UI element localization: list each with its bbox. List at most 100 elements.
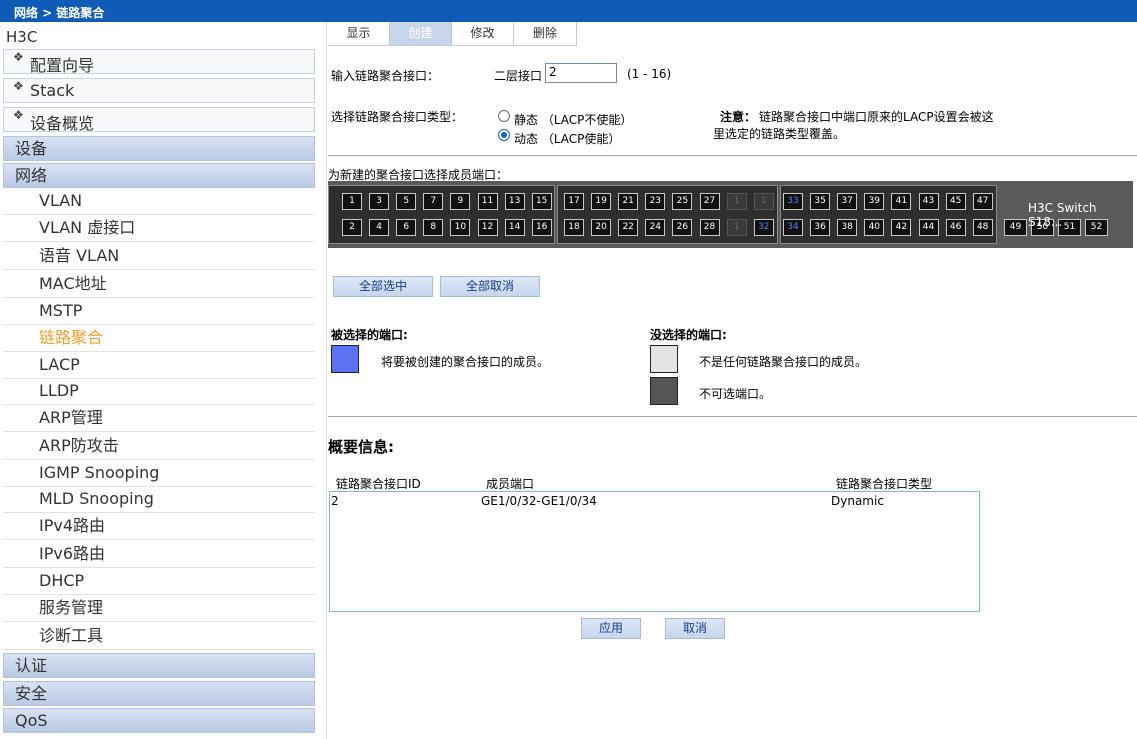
select-all-button[interactable]: 全部选中: [333, 276, 433, 297]
port-bot-4[interactable]: 10: [450, 219, 471, 236]
port-top-18[interactable]: 37: [837, 193, 858, 210]
port-top-3[interactable]: 7: [423, 193, 444, 210]
sidebar-item-mld[interactable]: MLD Snooping: [3, 486, 315, 513]
sidebar-item-vlan-interface[interactable]: VLAN 虚接口: [3, 215, 315, 242]
port-top-9[interactable]: 19: [591, 193, 612, 210]
sidebar-item-dhcp[interactable]: DHCP: [3, 568, 315, 595]
port-top-14[interactable]: 1: [726, 193, 747, 210]
port-top-19[interactable]: 39: [864, 193, 885, 210]
deselect-all-button[interactable]: 全部取消: [440, 276, 540, 297]
summary-header-members: 成员端口: [486, 477, 535, 491]
port-bot-21[interactable]: 44: [918, 219, 939, 236]
port-top-2[interactable]: 5: [396, 193, 417, 210]
sidebar-item-voice-vlan[interactable]: 语音 VLAN: [3, 243, 315, 270]
port-top-1[interactable]: 3: [369, 193, 390, 210]
diamond-icon: ❖: [13, 79, 24, 93]
port-bot-5[interactable]: 12: [477, 219, 498, 236]
port-bot-23[interactable]: 48: [972, 219, 993, 236]
brand-label: H3C: [6, 28, 38, 46]
port-top-4[interactable]: 9: [450, 193, 471, 210]
port-top-10[interactable]: 21: [618, 193, 639, 210]
tab-delete[interactable]: 删除: [514, 22, 577, 46]
port-bot-20[interactable]: 42: [891, 219, 912, 236]
diamond-icon: ❖: [13, 108, 24, 122]
sidebar-category-auth[interactable]: 认证: [3, 653, 315, 678]
static-radio[interactable]: [498, 110, 510, 122]
sidebar-item-ipv6[interactable]: IPv6路由: [3, 541, 315, 568]
port-bot-16[interactable]: 34: [783, 219, 803, 236]
port-bot-1[interactable]: 4: [369, 219, 390, 236]
port-top-21[interactable]: 43: [918, 193, 939, 210]
breadcrumb-bar: 网络 > 链路聚合: [0, 0, 1137, 22]
port-bot-19[interactable]: 40: [864, 219, 885, 236]
sidebar-item-lldp[interactable]: LLDP: [3, 378, 315, 405]
apply-button[interactable]: 应用: [581, 618, 641, 639]
sidebar-item-services[interactable]: 服务管理: [3, 595, 315, 622]
tab-display[interactable]: 显示: [328, 22, 390, 46]
port-bot-3[interactable]: 8: [423, 219, 444, 236]
aggregation-id-input[interactable]: 2: [545, 63, 617, 83]
port-bot-8[interactable]: 18: [564, 219, 584, 236]
sidebar-category-qos[interactable]: QoS: [3, 708, 315, 733]
port-bot-17[interactable]: 36: [810, 219, 831, 236]
port-top-20[interactable]: 41: [891, 193, 912, 210]
dynamic-radio[interactable]: [498, 129, 510, 141]
port-top-23[interactable]: 47: [972, 193, 993, 210]
selected-swatch: [331, 345, 359, 373]
port-bot-2[interactable]: 6: [396, 219, 417, 236]
sfp-port-0[interactable]: 49: [1004, 219, 1027, 236]
sidebar-item-vlan[interactable]: VLAN: [3, 188, 315, 215]
aggregation-type-label: 选择链路聚合接口类型：: [331, 110, 464, 124]
sidebar-link-stack[interactable]: ❖ Stack: [3, 78, 315, 103]
port-bot-13[interactable]: 28: [699, 219, 720, 236]
port-bot-6[interactable]: 14: [504, 219, 525, 236]
port-bot-0[interactable]: 2: [342, 219, 362, 236]
port-top-7[interactable]: 15: [531, 193, 552, 210]
sidebar-item-arp-attack[interactable]: ARP防攻击: [3, 433, 315, 460]
static-radio-label: 静态 （LACP不使能）: [514, 113, 633, 127]
port-bot-15[interactable]: 32: [753, 219, 774, 236]
sidebar-item-diagnostics[interactable]: 诊断工具: [3, 623, 315, 650]
sidebar-category-network[interactable]: 网络: [3, 163, 315, 188]
tab-modify[interactable]: 修改: [452, 22, 514, 46]
sidebar-item-ipv4[interactable]: IPv4路由: [3, 513, 315, 540]
port-bot-18[interactable]: 38: [837, 219, 858, 236]
summary-title: 概要信息:: [328, 438, 394, 456]
cancel-button[interactable]: 取消: [665, 618, 725, 639]
port-bot-14[interactable]: 1: [726, 219, 747, 236]
port-bot-22[interactable]: 46: [945, 219, 966, 236]
sidebar-item-igmp[interactable]: IGMP Snooping: [3, 460, 315, 487]
port-top-17[interactable]: 35: [810, 193, 831, 210]
port-top-5[interactable]: 11: [477, 193, 498, 210]
port-top-13[interactable]: 27: [699, 193, 720, 210]
tab-create[interactable]: 创建: [390, 22, 452, 46]
port-top-11[interactable]: 23: [645, 193, 666, 210]
port-top-15[interactable]: 1: [753, 193, 774, 210]
port-bot-10[interactable]: 22: [618, 219, 639, 236]
unavailable-ports-desc: 不可选端口。: [699, 387, 772, 401]
port-top-8[interactable]: 17: [564, 193, 584, 210]
port-top-22[interactable]: 45: [945, 193, 966, 210]
sidebar: H3C ❖ 配置向导 ❖ Stack ❖ 设备概览 设备 网络 VLAN VLA…: [0, 22, 327, 739]
port-top-0[interactable]: 1: [342, 193, 362, 210]
sidebar-category-security[interactable]: 安全: [3, 681, 315, 706]
sidebar-link-wizard[interactable]: ❖ 配置向导: [3, 49, 315, 75]
sidebar-item-lacp[interactable]: LACP: [3, 352, 315, 379]
sidebar-item-mstp[interactable]: MSTP: [3, 298, 315, 325]
port-top-6[interactable]: 13: [504, 193, 525, 210]
port-bot-11[interactable]: 24: [645, 219, 666, 236]
sidebar-link-overview[interactable]: ❖ 设备概览: [3, 107, 315, 133]
port-top-12[interactable]: 25: [672, 193, 693, 210]
diamond-icon: ❖: [13, 50, 24, 64]
port-bot-7[interactable]: 16: [531, 219, 552, 236]
port-top-16[interactable]: 33: [783, 193, 803, 210]
port-bot-9[interactable]: 20: [591, 219, 612, 236]
sidebar-item-link-aggregation[interactable]: 链路聚合: [3, 325, 315, 352]
summary-cell-members: GE1/0/32-GE1/0/34: [481, 494, 597, 508]
sidebar-item-mac[interactable]: MAC地址: [3, 271, 315, 298]
sidebar-item-arp[interactable]: ARP管理: [3, 405, 315, 432]
summary-cell-id: 2: [331, 494, 339, 508]
port-bot-12[interactable]: 26: [672, 219, 693, 236]
sidebar-category-device[interactable]: 设备: [3, 136, 315, 161]
divider: [328, 155, 1137, 156]
